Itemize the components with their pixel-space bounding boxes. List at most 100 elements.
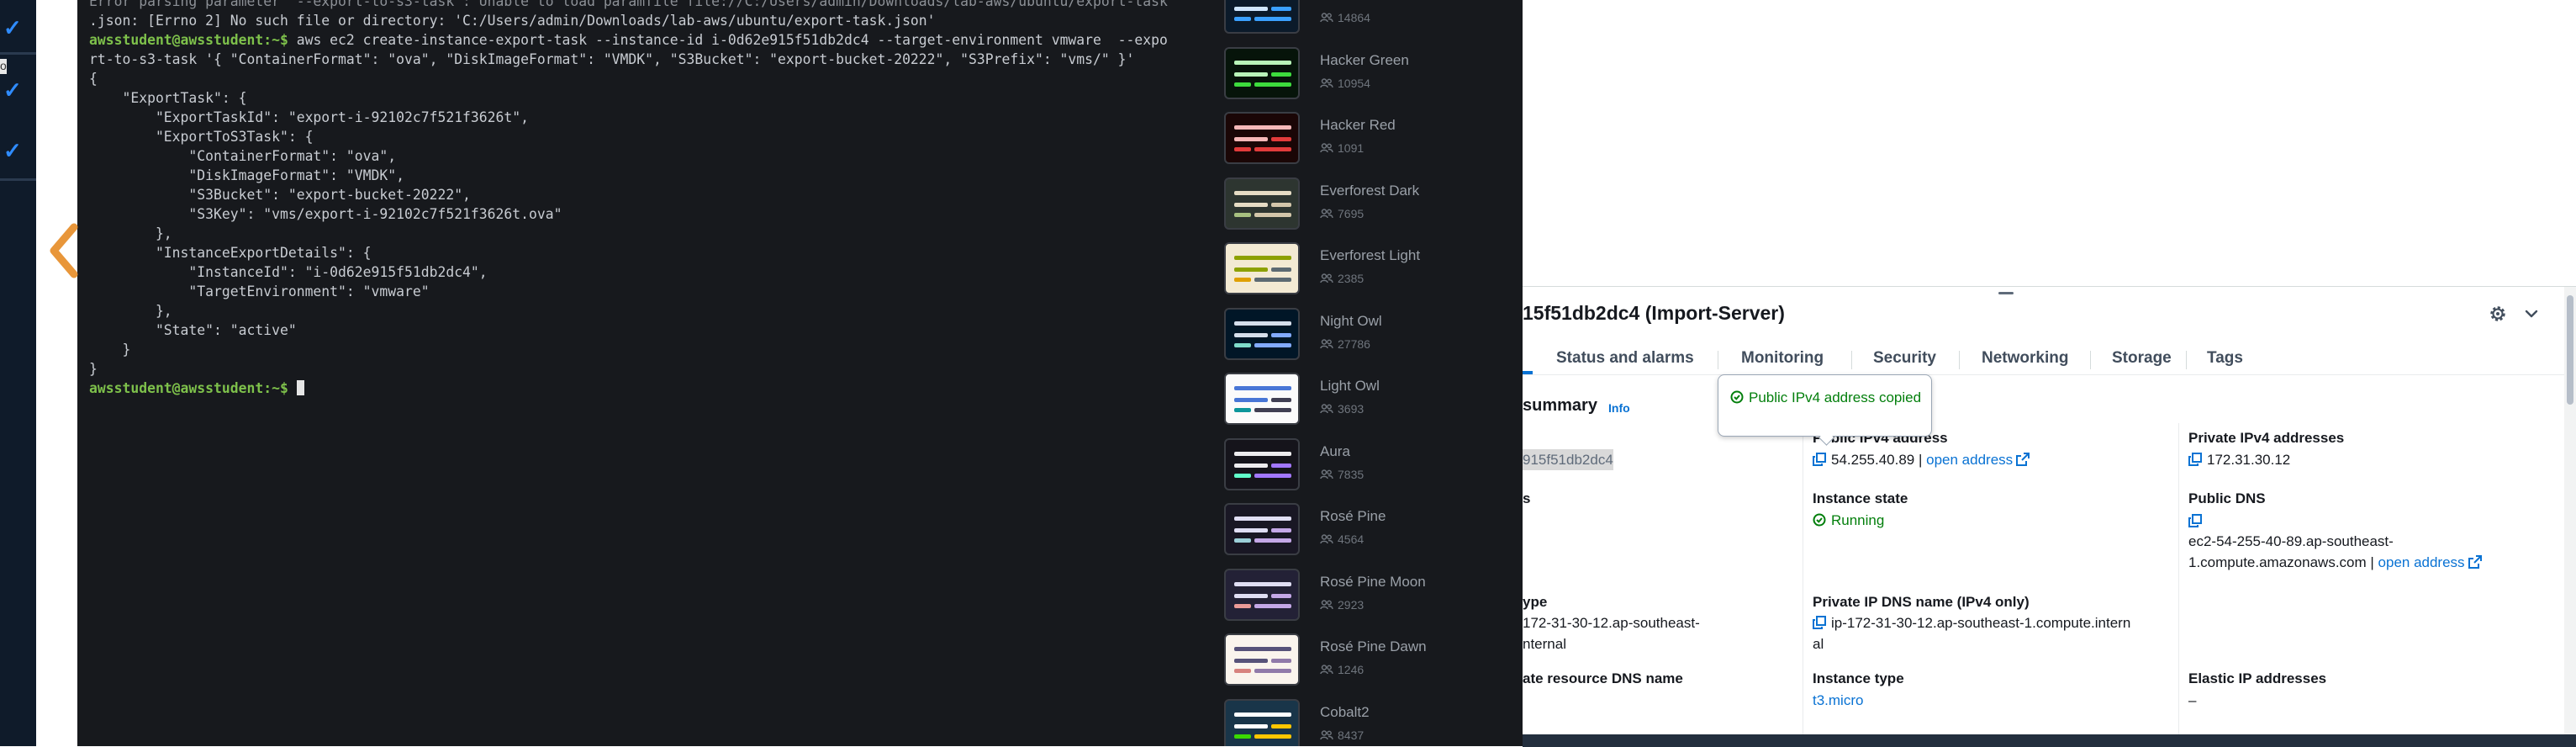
checkmark-icon[interactable]: ✓: [3, 138, 22, 164]
tab-status-and-alarms[interactable]: Status and alarms: [1556, 349, 1694, 368]
preview-line: [1254, 147, 1291, 151]
instance-state-value: Running: [1831, 512, 1885, 528]
gear-icon[interactable]: [2488, 304, 2508, 324]
elastic-ip-value: –: [2188, 692, 2197, 708]
theme-user-count: 14864: [1320, 11, 1370, 24]
theme-picker-list[interactable]: Hacker Blue14864 Hacker Green10954 Hacker …: [1199, 0, 1523, 746]
preview-line: [1234, 278, 1251, 282]
preview-line: [1234, 659, 1268, 663]
theme-item[interactable]: Light Owl 3693: [1211, 373, 1513, 430]
terminal-output: Error parsing parameter '--export-to-s3-…: [89, 0, 1168, 398]
theme-count-value: 7695: [1338, 206, 1365, 220]
preview-line: [1271, 72, 1291, 77]
tab-security[interactable]: Security: [1873, 349, 1936, 368]
tab-tags[interactable]: Tags: [2207, 349, 2243, 368]
preview-line: [1271, 528, 1291, 532]
instance-type-link[interactable]: t3.micro: [1813, 690, 1863, 711]
copy-icon[interactable]: [1813, 616, 1826, 629]
theme-item[interactable]: Rosé Pine Moon 2923: [1211, 568, 1513, 626]
theme-preview-thumbnail: [1224, 373, 1300, 425]
external-link-icon[interactable]: [2016, 453, 2030, 466]
theme-item[interactable]: Aura 7835: [1211, 437, 1513, 495]
instance-id-value[interactable]: 915f51db2dc4: [1523, 449, 1613, 470]
json-line: "ExportTaskId": "export-i-92102c7f521f36…: [89, 109, 530, 125]
copy-icon[interactable]: [2188, 453, 2202, 466]
preview-line: [1234, 342, 1251, 347]
tab-monitoring[interactable]: Monitoring: [1741, 349, 1824, 368]
tab-storage[interactable]: Storage: [2112, 349, 2172, 368]
checkmark-icon[interactable]: ✓: [3, 15, 22, 41]
copied-tooltip: Public IPv4 address copied: [1718, 374, 1932, 446]
preview-line: [1271, 7, 1291, 11]
theme-preview-thumbnail: [1224, 46, 1300, 99]
json-line: "TargetEnvironment": "vmware": [89, 283, 430, 299]
theme-item[interactable]: Everforest Light 2385: [1211, 242, 1513, 299]
instance-details-panel: 15f51db2dc4 (Import-Server) Status and a…: [1523, 286, 2576, 747]
terminal-window[interactable]: Error parsing parameter '--export-to-s3-…: [77, 0, 1242, 746]
theme-item[interactable]: Rosé Pine Dawn 1246: [1211, 633, 1513, 691]
preview-line: [1234, 332, 1268, 337]
private-ipv4-value: 172.31.30.12: [2207, 452, 2291, 468]
clipped-text: o: [0, 59, 7, 74]
preview-line: [1254, 734, 1291, 739]
preview-line: [1254, 408, 1291, 412]
theme-item[interactable]: Everforest Dark 7695: [1211, 177, 1513, 235]
theme-name: Night Owl: [1320, 312, 1382, 329]
public-dns-value: ec2-54-255-40-89.ap-southeast-: [2188, 533, 2394, 549]
copy-icon[interactable]: [1813, 453, 1826, 466]
theme-count-value: 2923: [1338, 597, 1365, 612]
open-address-link[interactable]: open address: [1926, 452, 2013, 468]
copy-icon[interactable]: [2188, 514, 2202, 527]
scrollbar-thumb[interactable]: [2567, 295, 2573, 405]
theme-item[interactable]: Rosé Pine 4564: [1211, 503, 1513, 560]
json-line: "State": "active": [89, 322, 297, 338]
users-icon: [1320, 404, 1333, 414]
theme-item[interactable]: Cobalt2 8437: [1211, 698, 1513, 746]
json-line: "S3Key": "vms/export-i-92102c7f521f3626t…: [89, 206, 562, 222]
back-arrow-icon[interactable]: [44, 217, 82, 284]
preview-line: [1234, 321, 1291, 326]
theme-preview-thumbnail: [1224, 633, 1300, 686]
theme-user-count: 10954: [1320, 77, 1370, 90]
tooltip-text: Public IPv4 address copied: [1749, 389, 1922, 405]
theme-preview-thumbnail: [1224, 437, 1300, 490]
theme-count-value: 27786: [1338, 336, 1370, 351]
users-icon: [1320, 13, 1333, 23]
private-ipv4-row: 172.31.30.12: [2188, 449, 2290, 470]
theme-count-value: 1246: [1338, 663, 1365, 676]
theme-item[interactable]: Hacker Green 10954: [1211, 46, 1513, 104]
checkmark-icon[interactable]: ✓: [3, 77, 22, 103]
preview-line: [1234, 669, 1251, 673]
preview-line: [1234, 593, 1268, 598]
active-tab-indicator: [1523, 371, 1533, 374]
chevron-down-icon[interactable]: [2523, 305, 2540, 322]
tab-networking[interactable]: Networking: [1982, 349, 2068, 368]
preview-line: [1234, 538, 1251, 543]
scrollbar[interactable]: [2564, 287, 2576, 747]
theme-user-count: 4564: [1320, 532, 1364, 546]
preview-line: [1254, 212, 1291, 217]
preview-line: [1234, 60, 1291, 65]
theme-item[interactable]: Hacker Blue 14864: [1211, 0, 1513, 39]
instance-type-label: Instance type: [1813, 670, 1904, 686]
preview-line: [1254, 473, 1291, 478]
preview-line: [1254, 278, 1291, 282]
terminal-error-line: Error parsing parameter '--export-to-s3-…: [89, 0, 1168, 9]
info-link[interactable]: Info: [1608, 401, 1630, 415]
open-address-link[interactable]: open address: [2378, 554, 2465, 570]
preview-line: [1271, 268, 1291, 272]
external-link-icon[interactable]: [2468, 555, 2482, 569]
resize-handle[interactable]: [1998, 292, 2014, 294]
theme-item[interactable]: Night Owl 27786: [1211, 307, 1513, 365]
theme-count-value: 1091: [1338, 141, 1365, 155]
preview-line: [1254, 342, 1291, 347]
theme-count-value: 10954: [1338, 76, 1370, 90]
json-line: }: [89, 342, 131, 358]
theme-item[interactable]: Hacker Red 1091: [1211, 112, 1513, 169]
preview-line: [1234, 386, 1291, 390]
summary-heading: summary: [1523, 396, 1597, 415]
preview-line: [1234, 147, 1251, 151]
public-ipv4-value: 54.255.40.89: [1831, 452, 1915, 468]
theme-name: Rosé Pine Moon: [1320, 573, 1426, 590]
preview-line: [1234, 137, 1268, 141]
